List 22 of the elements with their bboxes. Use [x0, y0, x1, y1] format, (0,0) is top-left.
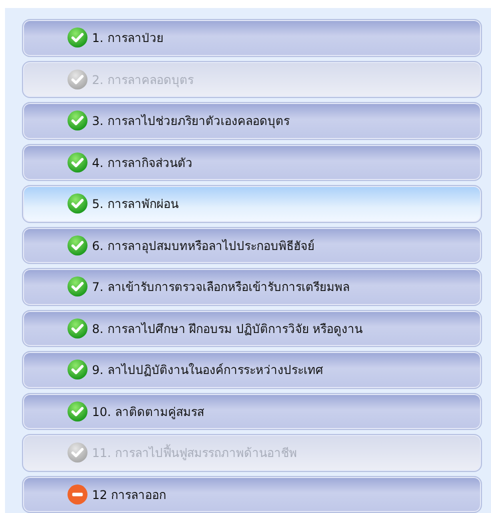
leave-type-button[interactable]: 1. การลาป่วย — [22, 19, 482, 56]
leave-type-button[interactable]: 8. การลาไปศึกษา ฝึกอบรม ปฏิบัติการวิจัย หรือดูงาน — [22, 310, 482, 347]
leave-type-button[interactable]: 3. การลาไปช่วยภริยาตัวเองคลอดบุตร — [22, 102, 482, 140]
leave-type-button[interactable]: 6. การลาอุปสมบทหรือลาไปประกอบพิธีฮัจย์ — [22, 226, 482, 264]
disabled-check-icon — [67, 442, 88, 464]
check-icon — [67, 110, 88, 132]
check-icon — [67, 152, 88, 173]
check-icon — [67, 234, 88, 256]
leave-type-button[interactable]: 10. ลาติดตามคู่สมรส — [22, 392, 482, 430]
check-icon — [67, 359, 88, 380]
leave-type-button[interactable]: 7. ลาเข้ารับการตรวจเลือกหรือเข้ารับการเตรียมพล — [22, 268, 482, 306]
leave-type-button[interactable]: 4. การลากิจส่วนตัว — [22, 144, 482, 181]
check-icon — [67, 400, 88, 422]
leave-type-button[interactable]: 9. ลาไปปฏิบัติงานในองค์การระหว่างประเทศ — [22, 351, 482, 388]
disabled-check-icon — [67, 68, 88, 90]
leave-type-button[interactable]: 12 การลาออก — [22, 476, 482, 513]
check-icon — [67, 27, 88, 48]
minus-icon — [67, 484, 88, 505]
check-icon — [67, 193, 88, 214]
check-icon — [67, 318, 88, 339]
check-icon — [67, 276, 88, 298]
leave-type-button[interactable]: 5. การลาพักผ่อน — [22, 185, 482, 222]
